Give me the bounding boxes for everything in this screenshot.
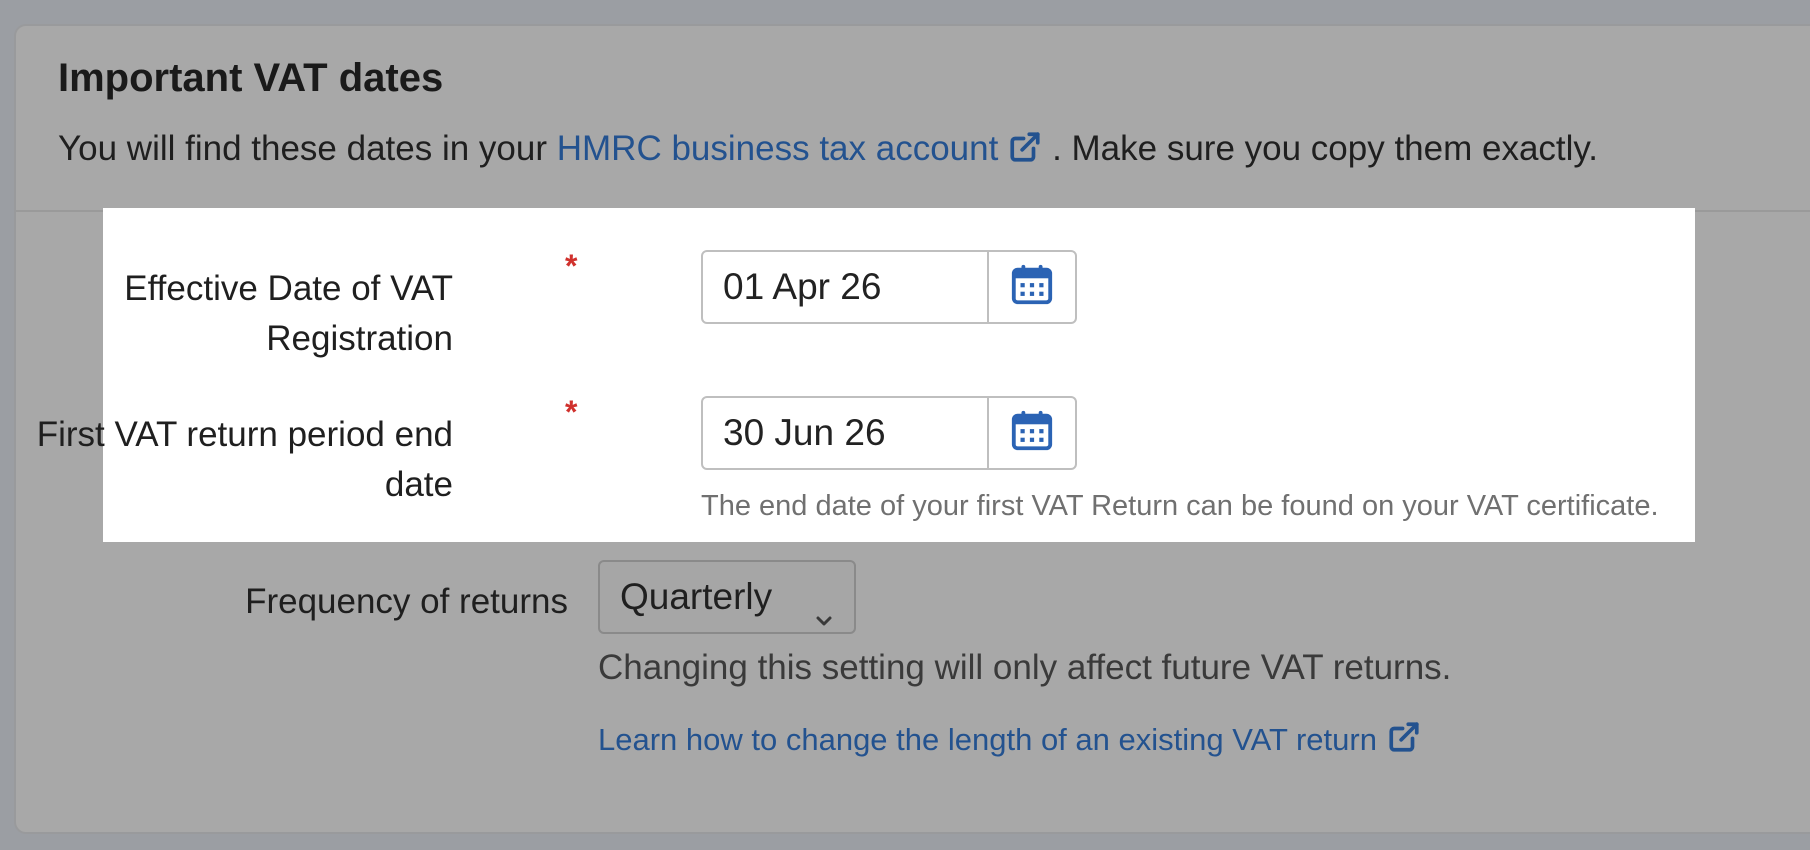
calendar-icon xyxy=(1009,408,1055,459)
effective-date-label-line1: Effective Date of VAT xyxy=(124,269,453,308)
external-link-icon xyxy=(1008,130,1042,173)
hmrc-account-link[interactable]: HMRC business tax account xyxy=(557,129,1043,168)
frequency-label: Frequency of returns xyxy=(245,582,568,621)
learn-change-length-link-text: Learn how to change the length of an exi… xyxy=(598,722,1377,757)
description-text-before: You will find these dates in your xyxy=(58,129,548,168)
section-title: Important VAT dates xyxy=(58,56,444,100)
external-link-icon xyxy=(1387,720,1421,762)
first-return-end-label-line1: First VAT return period end xyxy=(36,415,453,454)
learn-change-length-link[interactable]: Learn how to change the length of an exi… xyxy=(598,720,1421,762)
first-return-end-value[interactable]: 30 Jun 26 xyxy=(703,398,989,468)
effective-date-required-mark: * xyxy=(565,248,578,284)
section-description: You will find these dates in your HMRC b… xyxy=(58,129,1598,173)
first-return-end-required-mark: * xyxy=(565,394,578,430)
effective-date-input[interactable]: 01 Apr 26 xyxy=(701,250,1077,324)
effective-date-calendar-button[interactable] xyxy=(989,252,1075,322)
first-return-end-label-line2: date xyxy=(384,465,453,504)
effective-date-label: Effective Date of VAT Registration xyxy=(124,264,453,364)
frequency-selected-value: Quarterly xyxy=(620,576,773,617)
frequency-select[interactable]: Quarterly xyxy=(598,560,856,634)
first-return-end-hint: The end date of your first VAT Return ca… xyxy=(701,490,1659,522)
highlighted-date-fields: Effective Date of VAT Registration * 01 … xyxy=(37,208,1695,542)
effective-date-value[interactable]: 01 Apr 26 xyxy=(703,252,989,322)
calendar-icon xyxy=(1009,262,1055,313)
effective-date-label-line2: Registration xyxy=(266,319,453,358)
frequency-help-text: Changing this setting will only affect f… xyxy=(598,648,1452,687)
description-text-after: . Make sure you copy them exactly. xyxy=(1052,129,1599,168)
panel-header: Important VAT dates You will find these … xyxy=(16,26,1810,212)
chevron-down-icon xyxy=(812,586,836,656)
first-return-end-label: First VAT return period end date xyxy=(37,410,453,510)
first-return-end-input[interactable]: 30 Jun 26 xyxy=(701,396,1077,470)
first-return-end-calendar-button[interactable] xyxy=(989,398,1075,468)
hmrc-account-link-text: HMRC business tax account xyxy=(556,129,999,168)
